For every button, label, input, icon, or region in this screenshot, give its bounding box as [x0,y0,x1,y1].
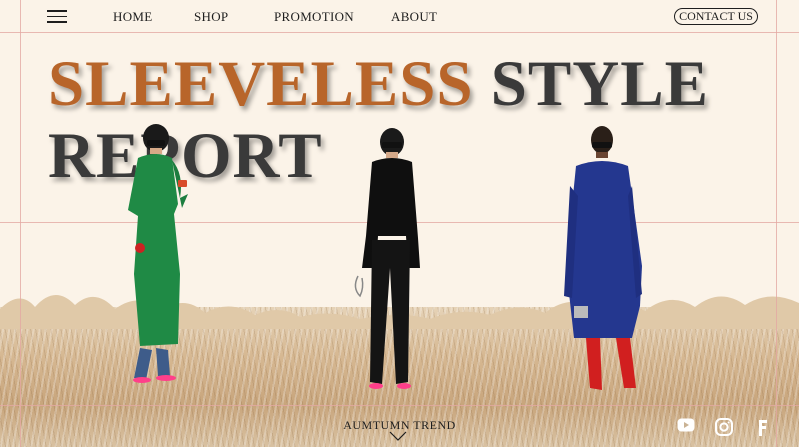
nav-about[interactable]: ABOUT [391,9,437,25]
guide-line [0,405,799,406]
nav-promotion[interactable]: PROMOTION [274,9,354,25]
nav-home[interactable]: HOME [113,9,152,25]
guide-line [776,0,777,447]
model-black-outfit [354,128,420,389]
guide-line [20,0,21,447]
guide-line [0,32,799,33]
facebook-icon[interactable] [756,418,768,436]
instagram-icon[interactable] [715,418,733,436]
model-green-dress [128,124,188,383]
title-accent: SLEEVELESS [48,48,474,120]
nav-shop[interactable]: SHOP [194,9,228,25]
contact-us-button[interactable]: CONTACT US [674,8,758,25]
chevron-down-icon[interactable] [389,431,407,441]
hamburger-menu-icon[interactable] [47,10,67,23]
model-blue-knit [564,126,642,390]
page-title: SLEEVELESS STYLE [48,52,709,117]
title-style: STYLE [490,48,709,120]
youtube-icon[interactable] [677,418,695,432]
